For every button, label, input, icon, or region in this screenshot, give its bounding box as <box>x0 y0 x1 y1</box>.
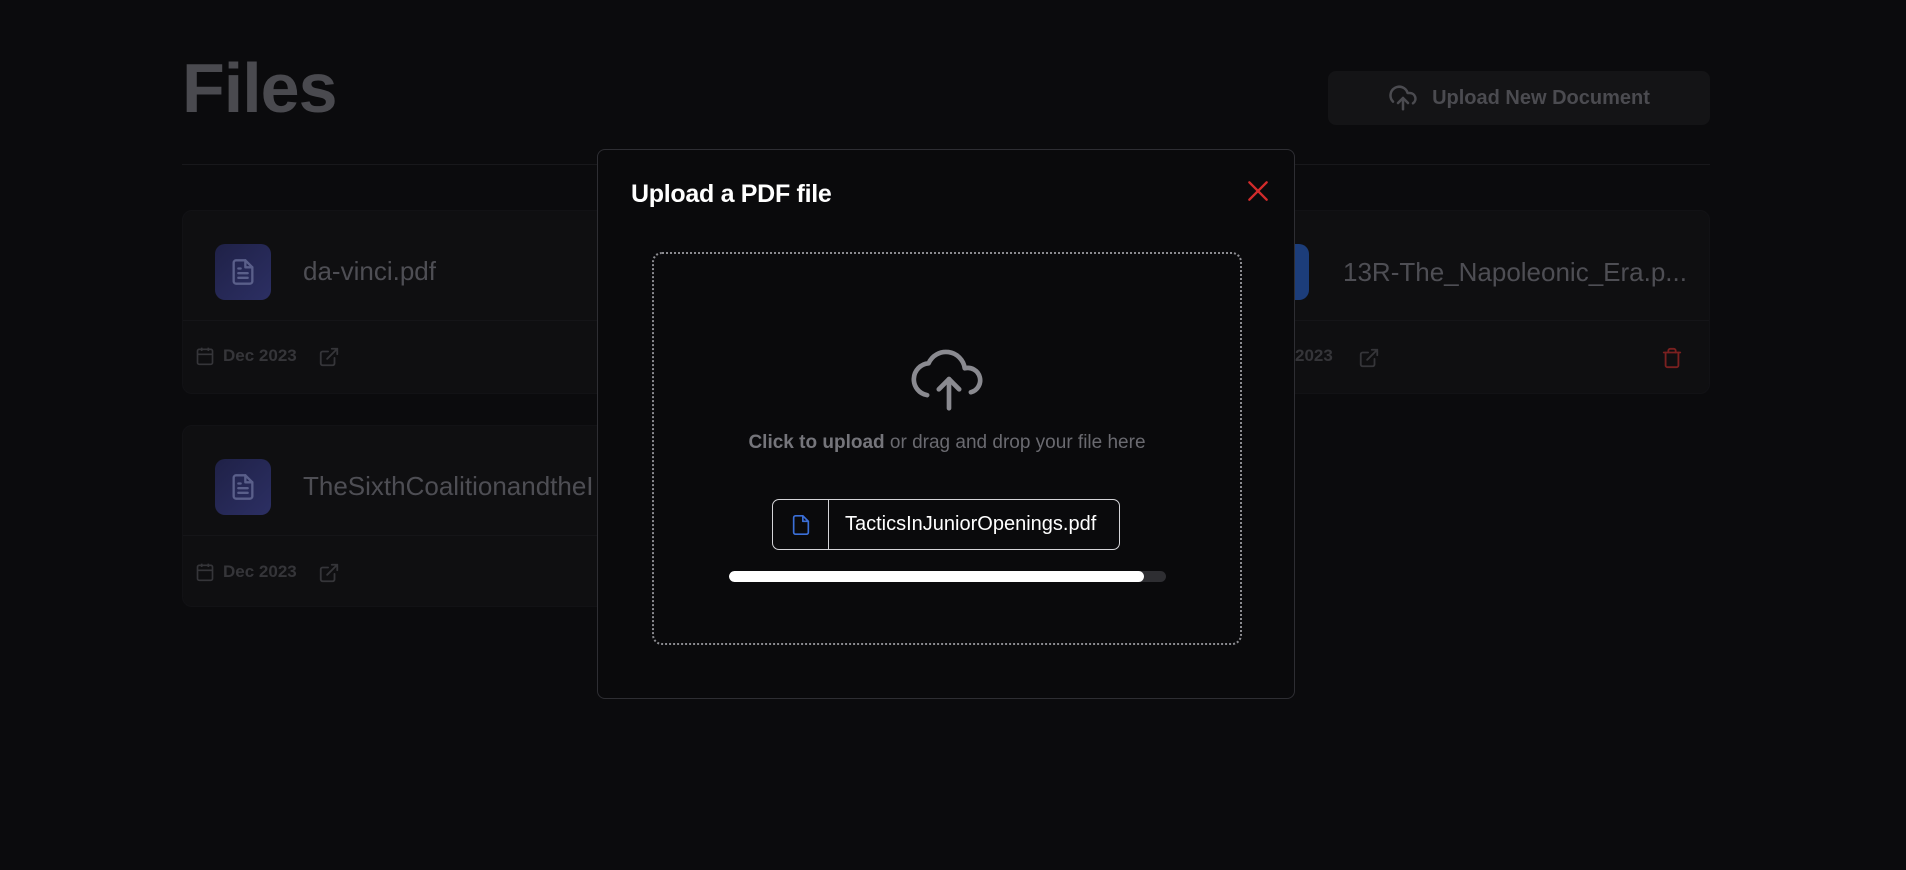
document-icon <box>215 459 271 515</box>
document-icon <box>215 244 271 300</box>
upload-new-document-label: Upload New Document <box>1432 86 1650 109</box>
chip-icon-cell <box>773 500 829 549</box>
upload-progress-fill <box>729 571 1145 582</box>
trash-icon[interactable] <box>1661 347 1683 369</box>
file-date: Dec 2023 <box>195 346 297 366</box>
file-icon <box>792 514 809 535</box>
files-page: Files Upload New Document da-vinci.pdf D… <box>0 0 1906 870</box>
cloud-upload-icon <box>911 349 983 411</box>
cloud-upload-icon <box>1389 85 1417 111</box>
calendar-icon <box>196 347 214 366</box>
upload-progress-bar <box>729 571 1166 582</box>
file-dropzone[interactable]: Click to upload or drag and drop your fi… <box>652 252 1242 645</box>
file-date: 2023 <box>1295 346 1333 365</box>
open-external-icon[interactable] <box>318 562 340 584</box>
open-external-icon[interactable] <box>1358 347 1380 369</box>
modal-title: Upload a PDF file <box>631 180 832 208</box>
click-to-upload-link[interactable]: Click to upload <box>748 432 884 453</box>
dropzone-instructions: Click to upload or drag and drop your fi… <box>654 432 1240 454</box>
open-external-icon[interactable] <box>318 346 340 368</box>
drag-drop-text: or drag and drop your file here <box>884 432 1146 453</box>
selected-file-name: TacticsInJuniorOpenings.pdf <box>845 513 1097 535</box>
upload-modal: Upload a PDF file Click to upload or dra… <box>597 149 1295 699</box>
close-icon <box>1248 181 1268 201</box>
calendar-icon <box>196 563 214 582</box>
upload-new-document-button[interactable]: Upload New Document <box>1328 71 1710 125</box>
selected-file-chip: TacticsInJuniorOpenings.pdf <box>772 499 1120 550</box>
file-date: Dec 2023 <box>195 562 297 582</box>
file-name: 13R-The_Napoleonic_Era.p... <box>1343 257 1687 287</box>
page-title: Files <box>182 49 338 127</box>
close-button[interactable] <box>1243 176 1273 206</box>
